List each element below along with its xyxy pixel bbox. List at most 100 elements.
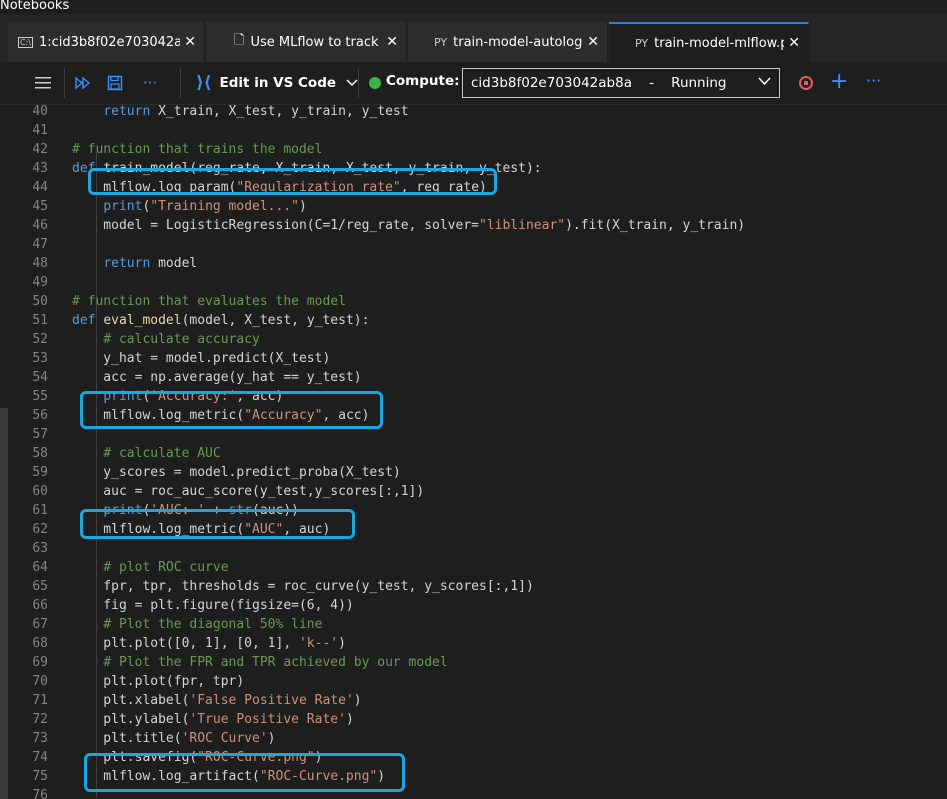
code-text[interactable]: # function that trains the model [72,140,322,159]
code-line[interactable]: 41 [8,121,48,140]
add-icon[interactable]: + [830,70,848,94]
tab-train-model-mlflow[interactable]: PY train-model-mlflow.py ✕ [609,22,809,62]
code-line[interactable]: 68 plt.plot([0, 1], [0, 1], 'k--') [8,634,346,653]
editor-tab-bar: C:\ 1:cid3b8f02e703042ab8 ✕ 🗋 Use MLflow… [0,14,947,62]
line-number: 68 [32,636,48,651]
line-number: 65 [32,579,48,594]
tab-terminal[interactable]: C:\ 1:cid3b8f02e703042ab8 ✕ [8,22,205,62]
code-line[interactable]: 73 plt.title('ROC Curve') [8,729,275,748]
code-text[interactable]: return X_train, X_test, y_train, y_test [72,104,408,121]
code-text[interactable]: # calculate accuracy [72,330,260,349]
line-number: 43 [32,161,48,176]
code-line[interactable]: 42 # function that trains the model [8,140,322,159]
code-text[interactable]: def eval_model(model, X_test, y_test): [72,311,369,330]
code-line[interactable]: 46 model = LogisticRegression(C=1/reg_ra… [8,216,745,235]
code-text[interactable]: plt.title('ROC Curve') [72,729,275,748]
toolbar-divider [180,68,181,98]
code-line[interactable]: 69 # Plot the FPR and TPR achieved by ou… [8,653,447,672]
code-text[interactable]: # Plot the FPR and TPR achieved by our m… [72,653,447,672]
line-number: 57 [32,427,48,442]
code-line[interactable]: 43 def train_model(reg_rate, X_train, X_t… [8,159,541,178]
code-line[interactable]: 63 [8,539,48,558]
line-number: 70 [32,674,48,689]
code-editor[interactable]: 40 return X_train, X_test, y_train, y_te… [8,104,947,799]
code-text[interactable]: # calculate AUC [72,444,220,463]
code-line[interactable]: 50 # function that evaluates the model [8,292,346,311]
code-text[interactable]: fig = plt.figure(figsize=(6, 4)) [72,596,353,615]
code-text[interactable]: # function that evaluates the model [72,292,346,311]
line-number: 46 [32,218,48,233]
code-line[interactable]: 65 fpr, tpr, thresholds = roc_curve(y_te… [8,577,533,596]
run-all-icon[interactable] [72,70,94,96]
code-text[interactable]: acc = np.average(y_hat == y_test) [72,368,361,387]
tab-use-mlflow[interactable]: 🗋 Use MLflow to track jobs ✕ [206,22,407,62]
line-number: 72 [32,712,48,727]
code-text[interactable]: model = LogisticRegression(C=1/reg_rate,… [72,216,745,235]
code-line[interactable]: 61 print('AUC: ' + str(auc)) [8,501,299,520]
code-text[interactable]: print("Training model...") [72,197,307,216]
code-line[interactable]: 54 acc = np.average(y_hat == y_test) [8,368,361,387]
code-line[interactable]: 76 [8,786,48,799]
code-text[interactable]: plt.plot(fpr, tpr) [72,672,244,691]
code-line[interactable]: 51 def eval_model(model, X_test, y_test): [8,311,369,330]
code-line[interactable]: 72 plt.ylabel('True Positive Rate') [8,710,353,729]
close-icon[interactable]: ✕ [788,35,800,51]
code-line[interactable]: 67 # Plot the diagonal 50% line [8,615,322,634]
close-icon[interactable]: ✕ [587,34,599,50]
highlight-log-artifact [84,753,405,792]
code-line[interactable]: 49 [8,273,48,292]
line-number: 58 [32,446,48,461]
line-number: 56 [32,408,48,423]
code-line[interactable]: 45 print("Training model...") [8,197,306,216]
close-icon[interactable]: ✕ [386,34,398,50]
code-text[interactable]: plt.xlabel('False Positive Rate') [72,691,361,710]
code-line[interactable]: 55 print('Accuracy:', acc) [8,387,283,406]
line-number: 61 [32,503,48,518]
code-line[interactable]: 64 # plot ROC curve [8,558,228,577]
edit-in-vscode-button[interactable]: ⟩⟨ Edit in VS Code [196,68,358,98]
tab-train-model-autolog[interactable]: PY train-model-autolog.py ✕ [408,22,608,62]
code-line[interactable]: 62 mlflow.log_metric("AUC", auc) [8,520,330,539]
line-number: 59 [32,465,48,480]
menu-icon[interactable] [32,70,54,96]
code-text[interactable]: fpr, tpr, thresholds = roc_curve(y_test,… [72,577,533,596]
toolbar-divider [64,68,65,98]
code-line[interactable]: 75 mlflow.log_artifact("ROC-Curve.png") [8,767,385,786]
more-options-icon[interactable]: ··· [866,71,881,90]
more-options-icon[interactable]: ··· [138,70,162,96]
code-text[interactable]: auc = roc_auc_score(y_test,y_scores[:,1]… [72,482,424,501]
code-line[interactable]: 57 [8,425,48,444]
tab-label: train-model-mlflow.py [654,35,785,51]
code-line[interactable]: 70 plt.plot(fpr, tpr) [8,672,244,691]
code-text[interactable]: plt.ylabel('True Positive Rate') [72,710,353,729]
highlight-log-param [88,168,497,195]
line-number: 47 [32,237,48,252]
line-number: 41 [32,123,48,138]
code-line[interactable]: 71 plt.xlabel('False Positive Rate') [8,691,361,710]
code-line[interactable]: 44 mlflow.log_param("Regularization rate… [8,178,487,197]
code-text[interactable]: plt.plot([0, 1], [0, 1], 'k--') [72,634,346,653]
code-line[interactable]: 40 return X_train, X_test, y_train, y_te… [8,104,408,121]
code-text[interactable]: # plot ROC curve [72,558,228,577]
code-line[interactable]: 74 plt.savefig("ROC-Curve.png") [8,748,322,767]
compute-select[interactable]: cid3b8f02e703042ab8a - Running [462,68,780,98]
code-line[interactable]: 48 return model [8,254,197,273]
code-text[interactable]: y_scores = model.predict_proba(X_test) [72,463,400,482]
code-text[interactable]: # Plot the diagonal 50% line [72,615,322,634]
code-line[interactable]: 66 fig = plt.figure(figsize=(6, 4)) [8,596,353,615]
code-line[interactable]: 47 [8,235,48,254]
code-line[interactable]: 53 y_hat = model.predict(X_test) [8,349,330,368]
line-number: 62 [32,522,48,537]
line-number: 53 [32,351,48,366]
code-text[interactable]: return model [72,254,197,273]
code-text[interactable]: y_hat = model.predict(X_test) [72,349,330,368]
code-line[interactable]: 58 # calculate AUC [8,444,220,463]
save-icon[interactable] [104,70,126,96]
close-icon[interactable]: ✕ [184,34,196,50]
code-line[interactable]: 52 # calculate accuracy [8,330,260,349]
code-line[interactable]: 56 mlflow.log_metric("Accuracy", acc) [8,406,369,425]
code-line[interactable]: 60 auc = roc_auc_score(y_test,y_scores[:… [8,482,424,501]
line-number: 74 [32,750,48,765]
stop-compute-icon[interactable] [799,76,813,90]
code-line[interactable]: 59 y_scores = model.predict_proba(X_test… [8,463,400,482]
